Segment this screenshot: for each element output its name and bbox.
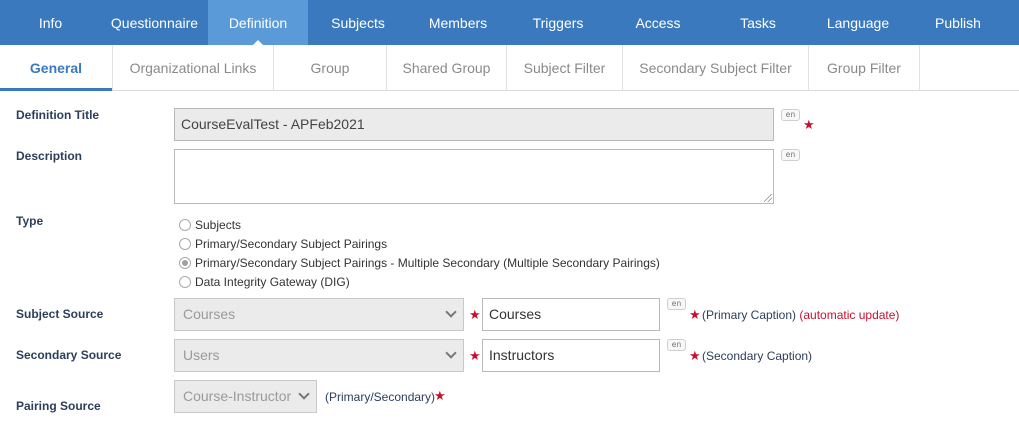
- subject-source-label: Subject Source: [16, 307, 104, 321]
- radio-checked-icon[interactable]: [179, 257, 191, 269]
- type-option-pairings[interactable]: Primary/Secondary Subject Pairings: [179, 237, 387, 251]
- type-option-subjects[interactable]: Subjects: [179, 218, 241, 232]
- type-option-label: Primary/Secondary Subject Pairings: [195, 237, 388, 251]
- subject-source-required-icon: ★: [469, 307, 481, 322]
- radio-icon[interactable]: [179, 276, 191, 288]
- secondary-source-label: Secondary Source: [16, 348, 122, 362]
- secondary-source-select[interactable]: Users: [174, 339, 464, 372]
- tab-definition[interactable]: Definition: [208, 0, 308, 45]
- definition-title-label: Definition Title: [16, 108, 100, 122]
- type-option-multiple-secondary[interactable]: Primary/Secondary Subject Pairings - Mul…: [179, 256, 660, 270]
- tab-access[interactable]: Access: [608, 0, 708, 45]
- pairing-source-select[interactable]: Course-Instructor: [174, 380, 317, 413]
- pairing-source-required-icon: ★: [434, 388, 446, 403]
- textarea-resize-grip-icon[interactable]: [764, 194, 772, 202]
- secondary-source-value: Users: [183, 347, 220, 363]
- subtab-organizational-links[interactable]: Organizational Links: [113, 45, 274, 90]
- type-option-dig[interactable]: Data Integrity Gateway (DIG): [179, 275, 350, 289]
- tab-tasks[interactable]: Tasks: [708, 0, 808, 45]
- tab-publish[interactable]: Publish: [908, 0, 1008, 45]
- caption-note-text: (Primary Caption): [702, 308, 797, 322]
- description-textarea[interactable]: [174, 149, 774, 204]
- subtab-subject-filter[interactable]: Subject Filter: [507, 45, 623, 90]
- pairing-source-note: (Primary/Secondary): [325, 390, 436, 404]
- secondary-caption-required-icon: ★: [689, 348, 701, 363]
- radio-icon[interactable]: [179, 238, 191, 250]
- definition-title-required-icon: ★: [803, 117, 815, 132]
- tab-language[interactable]: Language: [808, 0, 908, 45]
- secondary-caption-lang-badge[interactable]: en: [667, 339, 686, 351]
- radio-icon[interactable]: [179, 219, 191, 231]
- automatic-update-note: (automatic update): [799, 308, 900, 322]
- primary-caption-input[interactable]: Courses: [482, 298, 660, 331]
- subtab-general[interactable]: General: [0, 45, 113, 91]
- definition-title-input[interactable]: CourseEvalTest - APFeb2021: [174, 108, 774, 141]
- primary-caption-note: (Primary Caption) (automatic update): [702, 308, 899, 322]
- subtab-group-filter[interactable]: Group Filter: [809, 45, 920, 90]
- subtab-shared-group[interactable]: Shared Group: [387, 45, 507, 90]
- pairing-source-label: Pairing Source: [16, 399, 101, 413]
- type-option-label: Subjects: [195, 218, 242, 232]
- primary-caption-required-icon: ★: [689, 307, 701, 322]
- type-label: Type: [16, 214, 44, 228]
- secondary-caption-note: (Secondary Caption): [702, 349, 813, 363]
- pairing-source-value: Course-Instructor: [183, 388, 292, 404]
- type-option-label: Data Integrity Gateway (DIG): [195, 275, 350, 289]
- top-navigation: Info Questionnaire Definition Subjects M…: [0, 0, 1019, 45]
- subject-source-select[interactable]: Courses: [174, 298, 464, 331]
- description-lang-badge[interactable]: en: [781, 149, 800, 161]
- subtab-group[interactable]: Group: [274, 45, 387, 90]
- subtab-secondary-subject-filter[interactable]: Secondary Subject Filter: [623, 45, 809, 90]
- secondary-caption-input[interactable]: Instructors: [482, 339, 660, 372]
- chevron-down-icon: [298, 388, 310, 400]
- sub-navigation: General Organizational Links Group Share…: [0, 45, 1019, 91]
- tab-triggers[interactable]: Triggers: [508, 0, 608, 45]
- secondary-source-required-icon: ★: [469, 348, 481, 363]
- type-option-label: Primary/Secondary Subject Pairings - Mul…: [195, 256, 660, 270]
- primary-caption-lang-badge[interactable]: en: [667, 298, 686, 310]
- chevron-down-icon: [445, 347, 457, 359]
- subject-source-value: Courses: [183, 306, 236, 322]
- tab-info[interactable]: Info: [0, 0, 101, 45]
- chevron-down-icon: [445, 306, 457, 318]
- tab-subjects[interactable]: Subjects: [308, 0, 408, 45]
- tab-questionnaire[interactable]: Questionnaire: [101, 0, 208, 45]
- tab-members[interactable]: Members: [408, 0, 508, 45]
- definition-title-lang-badge[interactable]: en: [781, 109, 800, 121]
- description-label: Description: [16, 149, 83, 163]
